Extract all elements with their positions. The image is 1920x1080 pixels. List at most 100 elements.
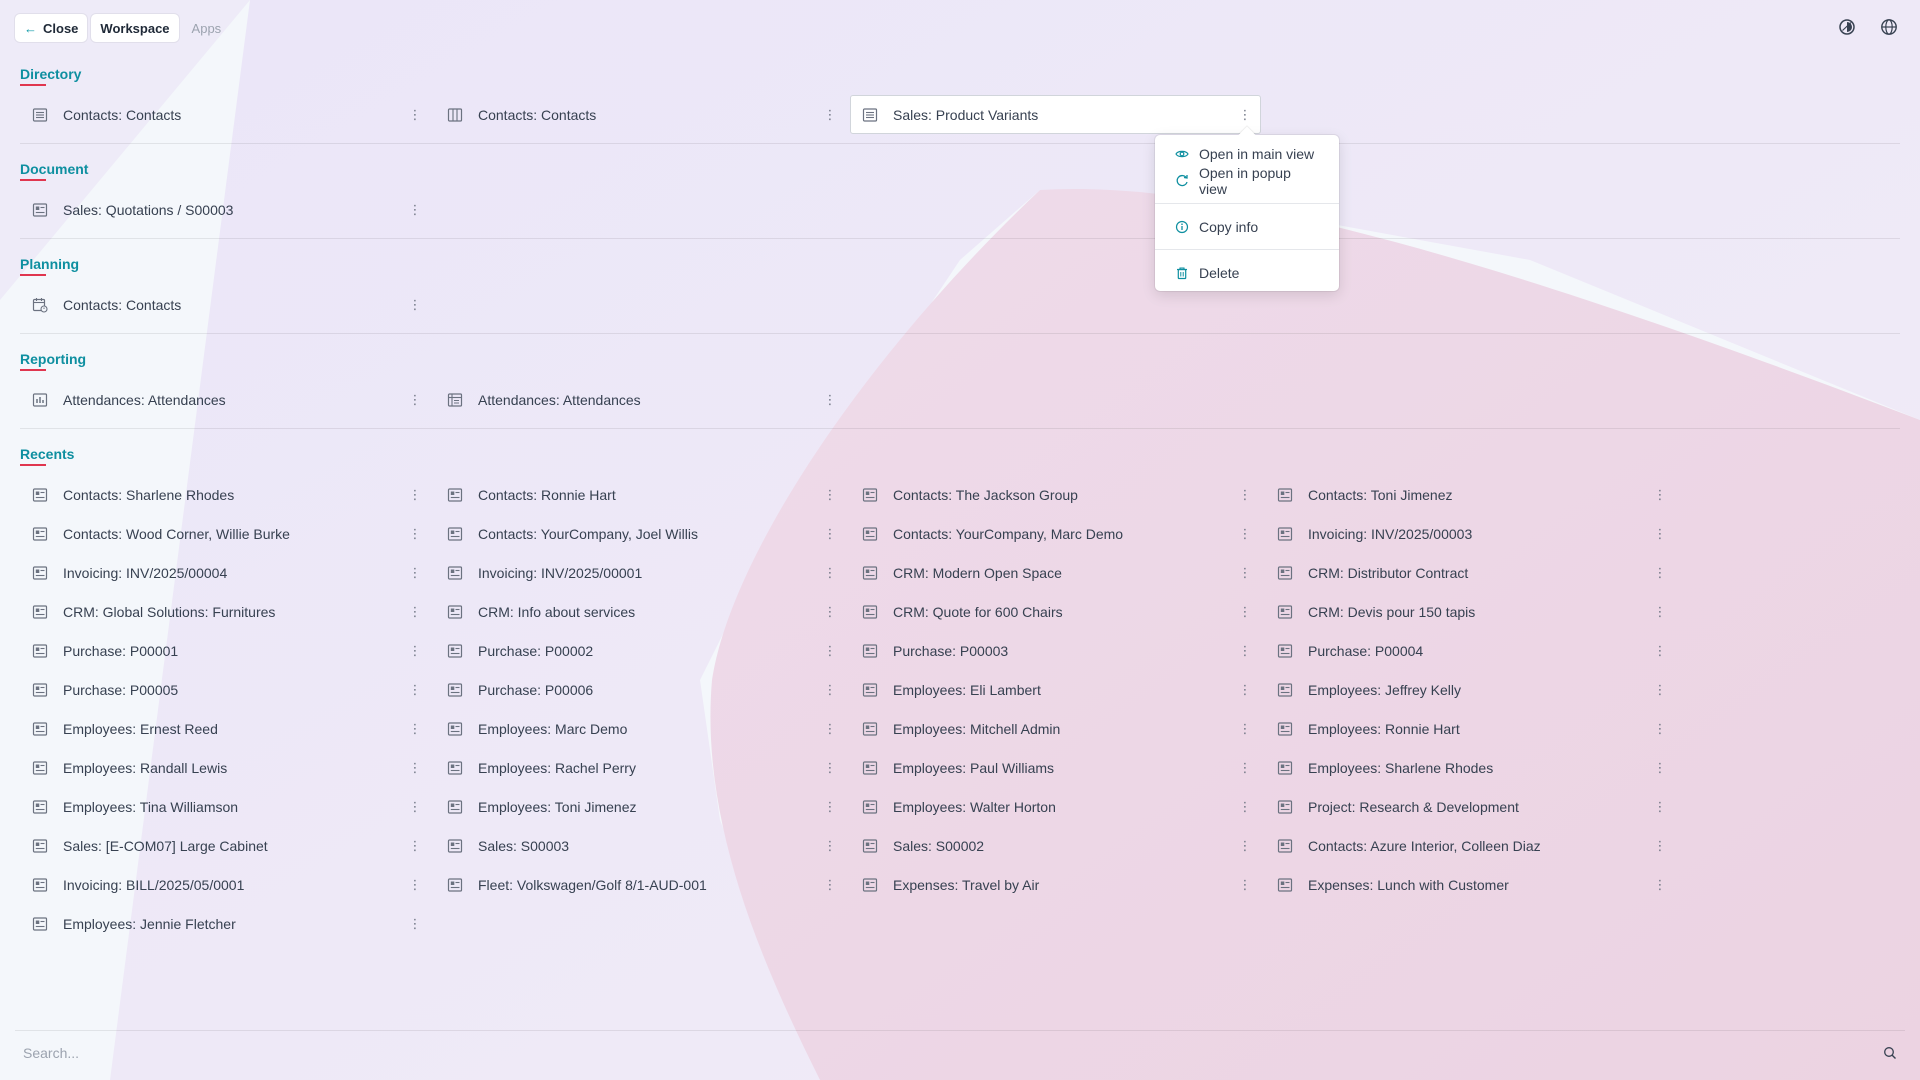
recent-item[interactable]: CRM: Quote for 600 Chairs ⋮ <box>850 592 1261 631</box>
kebab-menu-icon[interactable]: ⋮ <box>1238 524 1252 544</box>
recent-item[interactable]: CRM: Global Solutions: Furnitures ⋮ <box>20 592 431 631</box>
kebab-menu-icon[interactable]: ⋮ <box>408 836 422 856</box>
kebab-menu-icon[interactable]: ⋮ <box>1653 758 1667 778</box>
search-input[interactable] <box>15 1031 1879 1074</box>
recent-item[interactable]: Contacts: Ronnie Hart ⋮ <box>435 475 846 514</box>
kebab-menu-icon[interactable]: ⋮ <box>408 797 422 817</box>
recent-item[interactable]: Contacts: Sharlene Rhodes ⋮ <box>20 475 431 514</box>
language-button[interactable] <box>1878 16 1900 38</box>
kebab-menu-icon[interactable]: ⋮ <box>408 524 422 544</box>
kebab-menu-icon[interactable]: ⋮ <box>1238 641 1252 661</box>
delete-item[interactable]: Delete <box>1155 259 1339 286</box>
recent-item[interactable]: Sales: [E-COM07] Large Cabinet ⋮ <box>20 826 431 865</box>
kebab-menu-icon[interactable]: ⋮ <box>823 836 837 856</box>
kebab-menu-icon[interactable]: ⋮ <box>1238 719 1252 739</box>
kebab-menu-icon[interactable]: ⋮ <box>1238 485 1252 505</box>
kebab-menu-icon[interactable]: ⋮ <box>408 914 422 934</box>
recent-item[interactable]: Employees: Eli Lambert ⋮ <box>850 670 1261 709</box>
list-item-active[interactable]: Sales: Product Variants ⋮ <box>850 95 1261 134</box>
kebab-menu-icon[interactable]: ⋮ <box>1653 524 1667 544</box>
recent-item[interactable]: Contacts: Azure Interior, Colleen Diaz ⋮ <box>1265 826 1676 865</box>
recent-item[interactable]: Employees: Rachel Perry ⋮ <box>435 748 846 787</box>
list-item[interactable]: Contacts: Contacts ⋮ <box>20 285 431 324</box>
kebab-menu-icon[interactable]: ⋮ <box>408 200 422 220</box>
kebab-menu-icon[interactable]: ⋮ <box>823 797 837 817</box>
kebab-menu-icon[interactable]: ⋮ <box>408 875 422 895</box>
kebab-menu-icon[interactable]: ⋮ <box>823 485 837 505</box>
recent-item[interactable]: CRM: Devis pour 150 tapis ⋮ <box>1265 592 1676 631</box>
kebab-menu-icon[interactable]: ⋮ <box>1653 563 1667 583</box>
recent-item[interactable]: Employees: Walter Horton ⋮ <box>850 787 1261 826</box>
open-main-view-item[interactable]: Open in main view <box>1155 140 1339 167</box>
kebab-menu-icon[interactable]: ⋮ <box>1238 602 1252 622</box>
kebab-menu-icon[interactable]: ⋮ <box>823 563 837 583</box>
kebab-menu-icon[interactable]: ⋮ <box>408 602 422 622</box>
kebab-menu-icon[interactable]: ⋮ <box>823 758 837 778</box>
recent-item[interactable]: Contacts: The Jackson Group ⋮ <box>850 475 1261 514</box>
kebab-menu-icon[interactable]: ⋮ <box>408 485 422 505</box>
list-item[interactable]: Attendances: Attendances ⋮ <box>20 380 431 419</box>
kebab-menu-icon[interactable]: ⋮ <box>1653 719 1667 739</box>
kebab-menu-icon[interactable]: ⋮ <box>1238 563 1252 583</box>
kebab-menu-icon[interactable]: ⋮ <box>408 719 422 739</box>
recent-item[interactable]: Employees: Marc Demo ⋮ <box>435 709 846 748</box>
kebab-menu-icon[interactable]: ⋮ <box>823 641 837 661</box>
kebab-menu-icon[interactable]: ⋮ <box>408 390 422 410</box>
recent-item[interactable]: Employees: Sharlene Rhodes ⋮ <box>1265 748 1676 787</box>
kebab-menu-icon[interactable]: ⋮ <box>408 563 422 583</box>
kebab-menu-icon[interactable]: ⋮ <box>1653 680 1667 700</box>
copy-info-item[interactable]: Copy info <box>1155 213 1339 240</box>
recent-item[interactable]: Employees: Randall Lewis ⋮ <box>20 748 431 787</box>
kebab-menu-icon[interactable]: ⋮ <box>1238 105 1252 125</box>
kebab-menu-icon[interactable]: ⋮ <box>408 680 422 700</box>
recent-item[interactable]: Purchase: P00006 ⋮ <box>435 670 846 709</box>
recent-item[interactable]: Employees: Ernest Reed ⋮ <box>20 709 431 748</box>
recent-item[interactable]: Contacts: YourCompany, Marc Demo ⋮ <box>850 514 1261 553</box>
recent-item[interactable]: Invoicing: INV/2025/00003 ⋮ <box>1265 514 1676 553</box>
recent-item[interactable]: Sales: S00003 ⋮ <box>435 826 846 865</box>
recent-item[interactable]: Purchase: P00002 ⋮ <box>435 631 846 670</box>
kebab-menu-icon[interactable]: ⋮ <box>1238 836 1252 856</box>
recent-item[interactable]: Contacts: Toni Jimenez ⋮ <box>1265 475 1676 514</box>
list-item[interactable]: Contacts: Contacts ⋮ <box>435 95 846 134</box>
list-item[interactable]: Attendances: Attendances ⋮ <box>435 380 846 419</box>
recent-item[interactable]: Contacts: Wood Corner, Willie Burke ⋮ <box>20 514 431 553</box>
recent-item[interactable]: Employees: Ronnie Hart ⋮ <box>1265 709 1676 748</box>
kebab-menu-icon[interactable]: ⋮ <box>823 390 837 410</box>
kebab-menu-icon[interactable]: ⋮ <box>1238 797 1252 817</box>
kebab-menu-icon[interactable]: ⋮ <box>408 758 422 778</box>
open-popup-view-item[interactable]: Open in popup view <box>1155 165 1339 197</box>
kebab-menu-icon[interactable]: ⋮ <box>408 641 422 661</box>
kebab-menu-icon[interactable]: ⋮ <box>408 105 422 125</box>
recent-item[interactable]: Employees: Mitchell Admin ⋮ <box>850 709 1261 748</box>
kebab-menu-icon[interactable]: ⋮ <box>1238 875 1252 895</box>
recent-item[interactable]: Employees: Toni Jimenez ⋮ <box>435 787 846 826</box>
recent-item[interactable]: Purchase: P00001 ⋮ <box>20 631 431 670</box>
recent-item[interactable]: Expenses: Travel by Air ⋮ <box>850 865 1261 904</box>
recent-item[interactable]: Employees: Tina Williamson ⋮ <box>20 787 431 826</box>
recent-item[interactable]: Expenses: Lunch with Customer ⋮ <box>1265 865 1676 904</box>
recent-item[interactable]: Project: Research & Development ⋮ <box>1265 787 1676 826</box>
recent-item[interactable]: CRM: Distributor Contract ⋮ <box>1265 553 1676 592</box>
list-item[interactable]: Contacts: Contacts ⋮ <box>20 95 431 134</box>
kebab-menu-icon[interactable]: ⋮ <box>408 295 422 315</box>
kebab-menu-icon[interactable]: ⋮ <box>823 875 837 895</box>
kebab-menu-icon[interactable]: ⋮ <box>823 524 837 544</box>
recent-item[interactable]: Purchase: P00005 ⋮ <box>20 670 431 709</box>
search-icon[interactable] <box>1879 1042 1901 1064</box>
kebab-menu-icon[interactable]: ⋮ <box>1653 797 1667 817</box>
recent-item[interactable]: Contacts: YourCompany, Joel Willis ⋮ <box>435 514 846 553</box>
recent-item[interactable]: Purchase: P00004 ⋮ <box>1265 631 1676 670</box>
recent-item[interactable]: Invoicing: INV/2025/00004 ⋮ <box>20 553 431 592</box>
recent-item[interactable]: Invoicing: INV/2025/00001 ⋮ <box>435 553 846 592</box>
recent-item[interactable]: Sales: S00002 ⋮ <box>850 826 1261 865</box>
recent-item[interactable]: Purchase: P00003 ⋮ <box>850 631 1261 670</box>
kebab-menu-icon[interactable]: ⋮ <box>1653 602 1667 622</box>
kebab-menu-icon[interactable]: ⋮ <box>823 602 837 622</box>
workspace-tab[interactable]: Workspace <box>91 14 179 42</box>
kebab-menu-icon[interactable]: ⋮ <box>823 719 837 739</box>
close-button[interactable]: ← Close <box>15 14 88 42</box>
kebab-menu-icon[interactable]: ⋮ <box>1653 641 1667 661</box>
recent-item[interactable]: Employees: Paul Williams ⋮ <box>850 748 1261 787</box>
recent-item[interactable]: Fleet: Volkswagen/Golf 8/1-AUD-001 ⋮ <box>435 865 846 904</box>
